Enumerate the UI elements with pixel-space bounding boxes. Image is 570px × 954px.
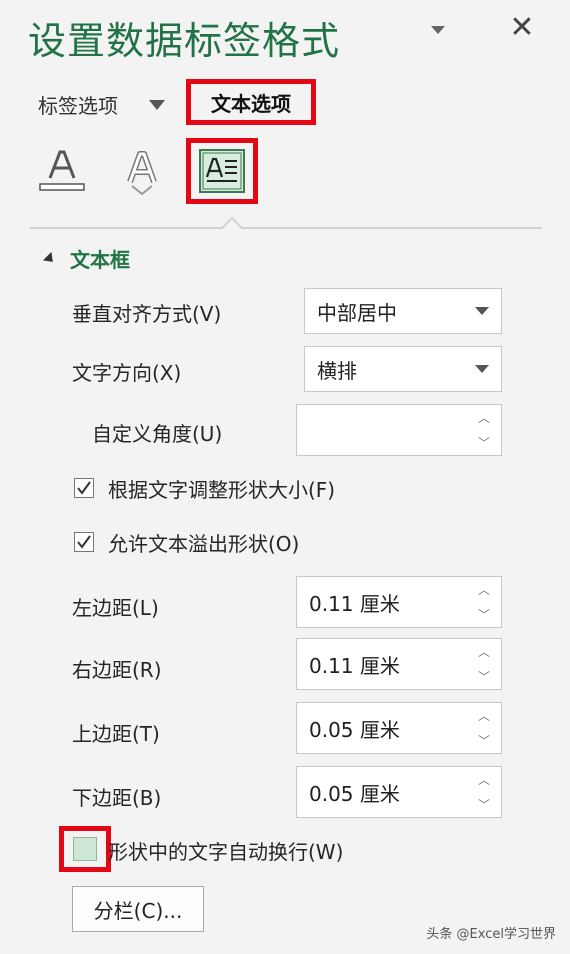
textbox-button[interactable] bbox=[186, 138, 258, 204]
checkmark-icon bbox=[77, 481, 91, 495]
watermark: 头条 @Excel学习世界 bbox=[426, 927, 556, 942]
section-title: 文本框 bbox=[70, 248, 130, 272]
chevron-down-icon bbox=[475, 307, 489, 315]
tab-label-options-dropdown[interactable] bbox=[148, 96, 166, 110]
bottom-margin-label: 下边距(B) bbox=[72, 786, 162, 810]
chevron-down-icon[interactable]: ﹀ bbox=[478, 668, 490, 685]
section-header-textbox[interactable]: 文本框 bbox=[42, 244, 130, 273]
spinner-arrows[interactable]: ︿ ﹀ bbox=[477, 405, 491, 455]
chevron-up-icon[interactable]: ︿ bbox=[478, 581, 490, 598]
chevron-down-icon[interactable]: ﹀ bbox=[478, 732, 490, 749]
chevron-down-icon[interactable]: ﹀ bbox=[478, 606, 490, 623]
wrap-text-label: 形状中的文字自动换行(W) bbox=[108, 840, 344, 864]
custom-angle-label: 自定义角度(U) bbox=[92, 422, 223, 446]
columns-button[interactable]: 分栏(C)... bbox=[72, 886, 204, 932]
spinner-arrows[interactable]: ︿ ﹀ bbox=[477, 703, 491, 753]
collapse-triangle-icon bbox=[42, 251, 58, 266]
chevron-down-icon bbox=[149, 100, 165, 110]
text-direction-label: 文字方向(X) bbox=[72, 361, 182, 385]
chevron-up-icon[interactable]: ︿ bbox=[478, 643, 490, 660]
chevron-down-icon bbox=[475, 365, 489, 373]
bottom-margin-value: 0.05 厘米 bbox=[309, 781, 400, 806]
pane-title: 设置数据标签格式 bbox=[28, 19, 341, 63]
spinner-arrows[interactable]: ︿ ﹀ bbox=[477, 577, 491, 627]
left-margin-label: 左边距(L) bbox=[72, 596, 159, 620]
wrap-text-checkbox[interactable] bbox=[59, 826, 111, 872]
chevron-down-icon[interactable]: ﹀ bbox=[478, 434, 490, 451]
custom-angle-spinner[interactable]: ︿ ﹀ bbox=[296, 404, 502, 456]
right-margin-label: 右边距(R) bbox=[72, 658, 162, 682]
vertical-align-value: 中部居中 bbox=[317, 300, 397, 325]
chevron-up-icon[interactable]: ︿ bbox=[478, 707, 490, 724]
chevron-down-icon bbox=[431, 26, 445, 34]
text-direction-value: 横排 bbox=[317, 358, 357, 383]
vertical-align-select[interactable]: 中部居中 bbox=[304, 288, 502, 334]
text-fill-outline-icon bbox=[39, 150, 85, 191]
chevron-down-icon[interactable]: ﹀ bbox=[478, 796, 490, 813]
textbox-icon bbox=[199, 149, 245, 193]
vertical-align-label: 垂直对齐方式(V) bbox=[72, 302, 222, 326]
text-effects-button[interactable] bbox=[122, 148, 162, 196]
chevron-up-icon[interactable]: ︿ bbox=[478, 771, 490, 788]
wrap-text-checkbox-box[interactable] bbox=[73, 837, 97, 861]
text-effects-icon bbox=[127, 151, 157, 196]
tab-text-options[interactable]: 文本选项 bbox=[186, 79, 316, 125]
right-margin-value: 0.11 厘米 bbox=[309, 653, 400, 678]
left-margin-spinner[interactable]: 0.11 厘米 ︿ ﹀ bbox=[296, 576, 502, 628]
spinner-arrows[interactable]: ︿ ﹀ bbox=[477, 767, 491, 817]
text-fill-outline-button[interactable] bbox=[38, 148, 86, 196]
chevron-up-icon[interactable]: ︿ bbox=[478, 409, 490, 426]
pane-options-dropdown[interactable] bbox=[427, 22, 449, 38]
bottom-margin-spinner[interactable]: 0.05 厘米 ︿ ﹀ bbox=[296, 766, 502, 818]
checkmark-icon bbox=[77, 535, 91, 549]
top-margin-value: 0.05 厘米 bbox=[309, 717, 400, 742]
top-margin-label: 上边距(T) bbox=[72, 722, 160, 746]
allow-overflow-checkbox[interactable] bbox=[74, 532, 94, 552]
close-button[interactable]: ✕ bbox=[506, 12, 538, 44]
section-divider bbox=[30, 216, 542, 229]
text-direction-select[interactable]: 横排 bbox=[304, 346, 502, 392]
right-margin-spinner[interactable]: 0.11 厘米 ︿ ﹀ bbox=[296, 638, 502, 690]
allow-overflow-label: 允许文本溢出形状(O) bbox=[108, 532, 300, 556]
left-margin-value: 0.11 厘米 bbox=[309, 591, 400, 616]
resize-shape-checkbox[interactable] bbox=[74, 478, 94, 498]
spinner-arrows[interactable]: ︿ ﹀ bbox=[477, 639, 491, 689]
resize-shape-label: 根据文字调整形状大小(F) bbox=[108, 478, 336, 502]
top-margin-spinner[interactable]: 0.05 厘米 ︿ ﹀ bbox=[296, 702, 502, 754]
tab-label-options[interactable]: 标签选项 bbox=[38, 90, 118, 119]
